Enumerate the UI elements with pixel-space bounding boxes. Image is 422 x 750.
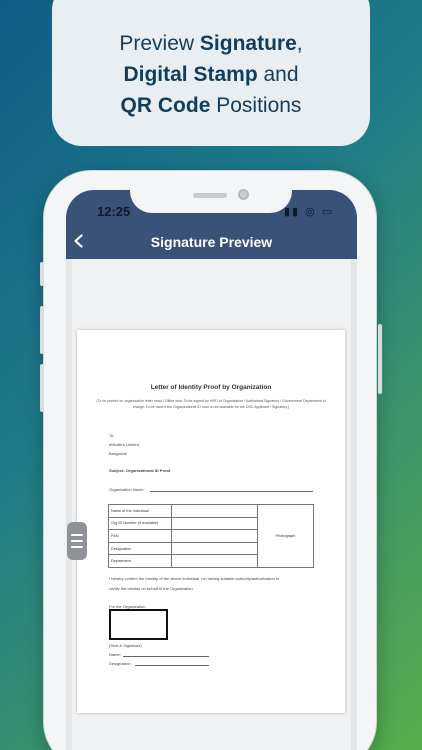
designation-label: Designation: — [109, 661, 132, 666]
org-name-line — [150, 491, 313, 492]
identity-table: Name of the Individual Photograph Org ID… — [108, 504, 314, 568]
table-cell — [171, 554, 258, 568]
phone-volume-down — [40, 364, 44, 412]
page-title: Signature Preview — [150, 234, 273, 250]
document-note: (To be printed on organization letter he… — [96, 399, 326, 409]
drag-handle-icon[interactable] — [67, 522, 87, 560]
to-name: eMudhra Limited — [109, 442, 139, 447]
front-camera — [238, 189, 249, 200]
table-row-label: Department — [108, 554, 172, 568]
status-icons: ▮▮ ◎ ▭ — [284, 206, 335, 218]
table-row-label: PAN — [108, 529, 172, 543]
to-label: To: — [109, 433, 115, 438]
document-title: Letter of Identity Proof by Organization — [150, 384, 272, 391]
headline-line-2: Digital Stamp and — [123, 62, 299, 86]
table-cell — [171, 541, 258, 556]
signature-placeholder-box[interactable] — [109, 609, 168, 640]
name-line — [123, 656, 209, 657]
status-time: 12:25 — [97, 204, 131, 219]
headline-line-1: Preview Signature, — [119, 31, 303, 55]
headline-card: Preview Signature, Digital Stamp and QR … — [52, 0, 370, 146]
designation-line — [135, 665, 209, 666]
to-city: Bangalore — [109, 451, 128, 456]
headline-line-3: QR Code Positions — [120, 93, 302, 117]
table-row-label: Name of the Individual — [108, 504, 172, 518]
table-cell — [171, 529, 258, 543]
phone-volume-up — [40, 306, 44, 354]
phone-power-button — [378, 324, 382, 394]
confirm-text-1: I hereby confirm the identity of the abo… — [109, 576, 280, 581]
document-page: Letter of Identity Proof by Organization… — [77, 330, 345, 713]
seal-label: (Seal & Signature) — [109, 643, 142, 648]
org-name-label: Organization Name: — [109, 487, 145, 492]
table-row-label: Org ID Number (if available) — [108, 516, 172, 531]
speaker-grille — [193, 193, 227, 198]
phone-mute-switch — [40, 262, 44, 286]
document-subject: Subject: Organizational ID Proof — [109, 468, 171, 473]
confirm-text-2: certify the identity on behalf of the Or… — [109, 586, 194, 591]
name-label: Name: — [109, 652, 121, 657]
photo-cell: Photograph — [257, 504, 314, 568]
table-cell — [171, 516, 258, 531]
table-cell — [171, 504, 258, 518]
table-row-label: Designation — [108, 541, 172, 556]
